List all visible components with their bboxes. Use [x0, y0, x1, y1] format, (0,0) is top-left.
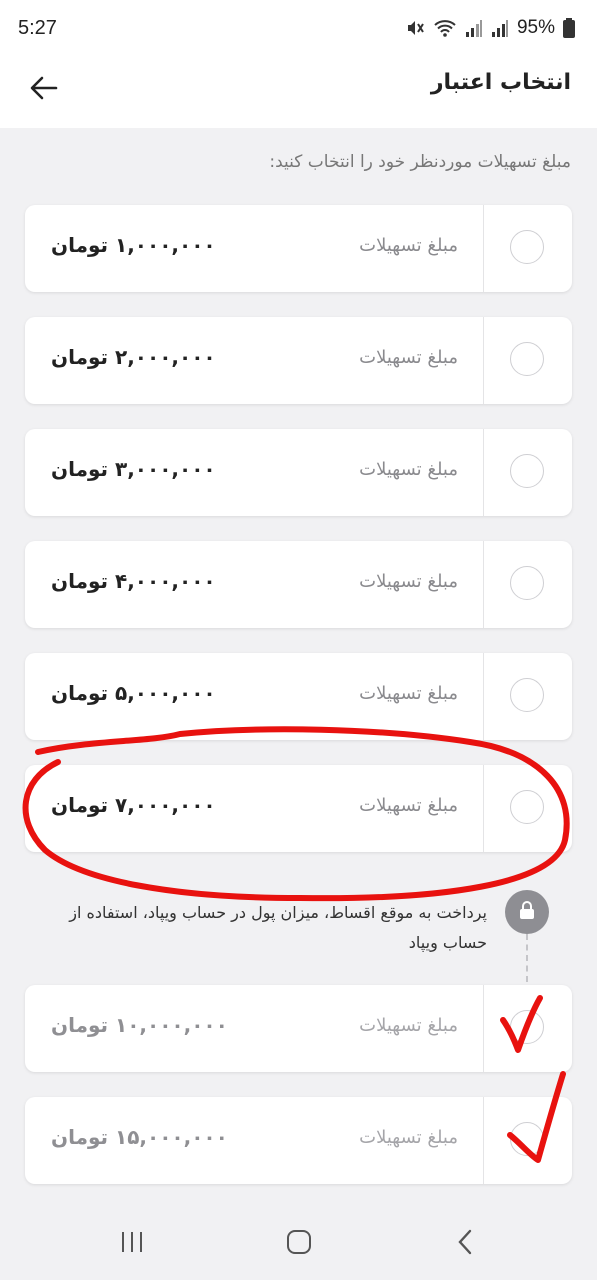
- back-icon[interactable]: [446, 1222, 486, 1262]
- lock-icon: [518, 900, 536, 924]
- credit-option-card[interactable]: مبلغ تسهیلات ۱,۰۰۰,۰۰۰ تومان: [25, 205, 572, 292]
- radio-cell: [483, 205, 572, 292]
- option-label: مبلغ تسهیلات: [359, 1015, 458, 1036]
- recent-apps-icon[interactable]: [112, 1222, 152, 1262]
- radio-button[interactable]: [510, 1122, 544, 1156]
- radio-cell: [483, 317, 572, 404]
- radio-cell: [483, 985, 572, 1072]
- credit-option-card[interactable]: مبلغ تسهیلات ۳,۰۰۰,۰۰۰ تومان: [25, 429, 572, 516]
- option-amount: ۲,۰۰۰,۰۰۰ تومان: [51, 345, 216, 369]
- radio-cell: [483, 429, 572, 516]
- radio-button[interactable]: [510, 342, 544, 376]
- option-amount: ۷,۰۰۰,۰۰۰ تومان: [51, 793, 216, 817]
- signal-icon: [491, 18, 509, 38]
- home-icon[interactable]: [279, 1222, 319, 1262]
- status-bar: 5:27 95%: [0, 0, 597, 56]
- credit-option-card-locked[interactable]: مبلغ تسهیلات ۱۰,۰۰۰,۰۰۰ تومان: [25, 985, 572, 1072]
- option-label: مبلغ تسهیلات: [359, 795, 458, 816]
- wifi-icon: [433, 18, 457, 38]
- option-label: مبلغ تسهیلات: [359, 459, 458, 480]
- option-amount: ۵,۰۰۰,۰۰۰ تومان: [51, 681, 216, 705]
- option-label: مبلغ تسهیلات: [359, 347, 458, 368]
- mute-icon: [405, 18, 425, 38]
- radio-button[interactable]: [510, 230, 544, 264]
- option-amount: ۱۰,۰۰۰,۰۰۰ تومان: [51, 1013, 228, 1037]
- battery-percentage: 95%: [516, 17, 555, 38]
- radio-cell: [483, 653, 572, 740]
- option-amount: ۱۵,۰۰۰,۰۰۰ تومان: [51, 1125, 228, 1149]
- option-label: مبلغ تسهیلات: [359, 1127, 458, 1148]
- status-icons: 95%: [405, 17, 575, 39]
- radio-button[interactable]: [510, 1010, 544, 1044]
- option-label: مبلغ تسهیلات: [359, 235, 458, 256]
- app-header: انتخاب اعتبار: [0, 56, 597, 128]
- arrow-left-icon: [30, 76, 58, 104]
- radio-button[interactable]: [510, 790, 544, 824]
- system-nav-bar: [0, 1200, 597, 1280]
- option-label: مبلغ تسهیلات: [359, 683, 458, 704]
- lock-badge: [505, 890, 549, 934]
- option-amount: ۱,۰۰۰,۰۰۰ تومان: [51, 233, 216, 257]
- option-amount: ۳,۰۰۰,۰۰۰ تومان: [51, 457, 216, 481]
- radio-button[interactable]: [510, 678, 544, 712]
- back-button[interactable]: [24, 70, 64, 110]
- option-amount: ۴,۰۰۰,۰۰۰ تومان: [51, 569, 216, 593]
- signal-icon: [465, 18, 483, 38]
- radio-cell: [483, 541, 572, 628]
- lock-connector-line: [526, 934, 528, 982]
- credit-option-card[interactable]: مبلغ تسهیلات ۴,۰۰۰,۰۰۰ تومان: [25, 541, 572, 628]
- option-label: مبلغ تسهیلات: [359, 571, 458, 592]
- credit-option-card[interactable]: مبلغ تسهیلات ۵,۰۰۰,۰۰۰ تومان: [25, 653, 572, 740]
- radio-cell: [483, 1097, 572, 1184]
- battery-icon: [563, 18, 575, 38]
- radio-button[interactable]: [510, 566, 544, 600]
- credit-option-card[interactable]: مبلغ تسهیلات ۷,۰۰۰,۰۰۰ تومان: [25, 765, 572, 852]
- status-time: 5:27: [18, 16, 57, 39]
- credit-option-card[interactable]: مبلغ تسهیلات ۲,۰۰۰,۰۰۰ تومان: [25, 317, 572, 404]
- red-annotation-overlay: [22, 726, 570, 1163]
- lock-requirement-note: پرداخت به موقع اقساط، میزان پول در حساب …: [69, 903, 487, 952]
- credit-option-card-locked[interactable]: مبلغ تسهیلات ۱۵,۰۰۰,۰۰۰ تومان: [25, 1097, 572, 1184]
- radio-button[interactable]: [510, 454, 544, 488]
- instruction-text: مبلغ تسهیلات موردنظر خود را انتخاب کنید:: [269, 152, 571, 172]
- radio-cell: [483, 765, 572, 852]
- page-title: انتخاب اعتبار: [430, 70, 571, 95]
